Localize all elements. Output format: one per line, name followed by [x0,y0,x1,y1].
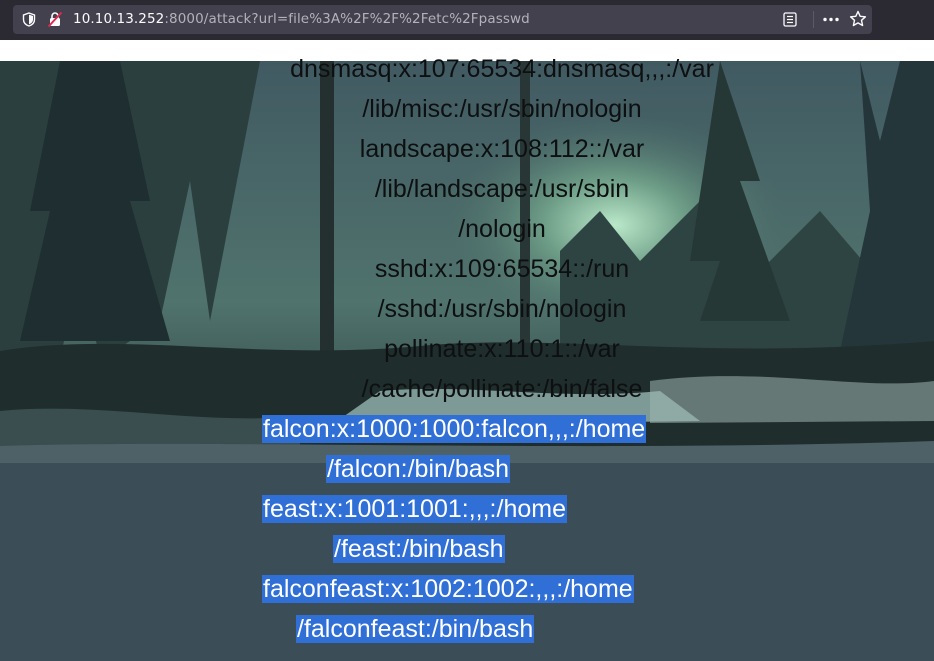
selected-passwd-line[interactable]: falcon:x:1000:1000:falcon,,,:/home [262,415,647,443]
selected-passwd-line[interactable]: /falcon:/bin/bash [326,455,511,483]
passwd-line: pollinate:x:110:1::/var [384,335,620,363]
passwd-line: /sshd:/usr/sbin/nologin [377,295,627,323]
passwd-line: dnsmasq:x:107:65534:dnsmasq,,,:/var [290,55,714,83]
bookmark-star-icon[interactable] [849,10,867,28]
page-viewport: dnsmasq:x:107:65534:dnsmasq,,,:/var /lib… [0,55,934,661]
passwd-line: landscape:x:108:112::/var [359,135,645,163]
browser-toolbar: 10.10.13.252:8000/attack?url=file%3A%2F%… [0,0,934,40]
address-bar[interactable]: 10.10.13.252:8000/attack?url=file%3A%2F%… [13,5,872,34]
passwd-line: /nologin [458,215,546,243]
insecure-lock-icon[interactable] [47,11,63,28]
url-path: :8000/attack?url=file%3A%2F%2F%2Fetc%2Fp… [164,11,530,27]
shield-icon[interactable] [22,12,36,27]
selected-line-row: /falconfeast:/bin/bash [262,609,742,649]
selected-line-row: feast:x:1001:1001:,,,:/home [262,489,742,529]
selected-passwd-line[interactable]: falconfeast:x:1002:1002:,,,:/home [262,575,634,603]
selected-line-row: falconfeast:x:1002:1002:,,,:/home [262,569,742,609]
url-host: 10.10.13.252 [73,11,165,27]
reader-view-icon[interactable] [783,12,797,27]
passwd-line: /cache/pollinate:/bin/false [361,375,643,403]
selected-line-row: falcon:x:1000:1000:falcon,,,:/home [262,409,742,449]
selected-line-row: /feast:/bin/bash [262,529,742,569]
selected-passwd-line[interactable]: /feast:/bin/bash [333,535,505,563]
more-actions-icon[interactable] [821,11,841,28]
selected-passwd-line[interactable]: feast:x:1001:1001:,,,:/home [262,495,567,523]
passwd-line: /lib/misc:/usr/sbin/nologin [362,95,642,123]
passwd-file-contents: dnsmasq:x:107:65534:dnsmasq,,,:/var /lib… [262,55,742,649]
passwd-line: sshd:x:109:65534::/run [374,255,630,283]
selected-line-row: /falcon:/bin/bash [262,449,742,489]
url-text[interactable]: 10.10.13.252:8000/attack?url=file%3A%2F%… [73,11,530,28]
selected-passwd-line[interactable]: /falconfeast:/bin/bash [296,615,535,643]
passwd-line: /lib/landscape:/usr/sbin [374,175,630,203]
toolbar-separator [813,11,814,28]
